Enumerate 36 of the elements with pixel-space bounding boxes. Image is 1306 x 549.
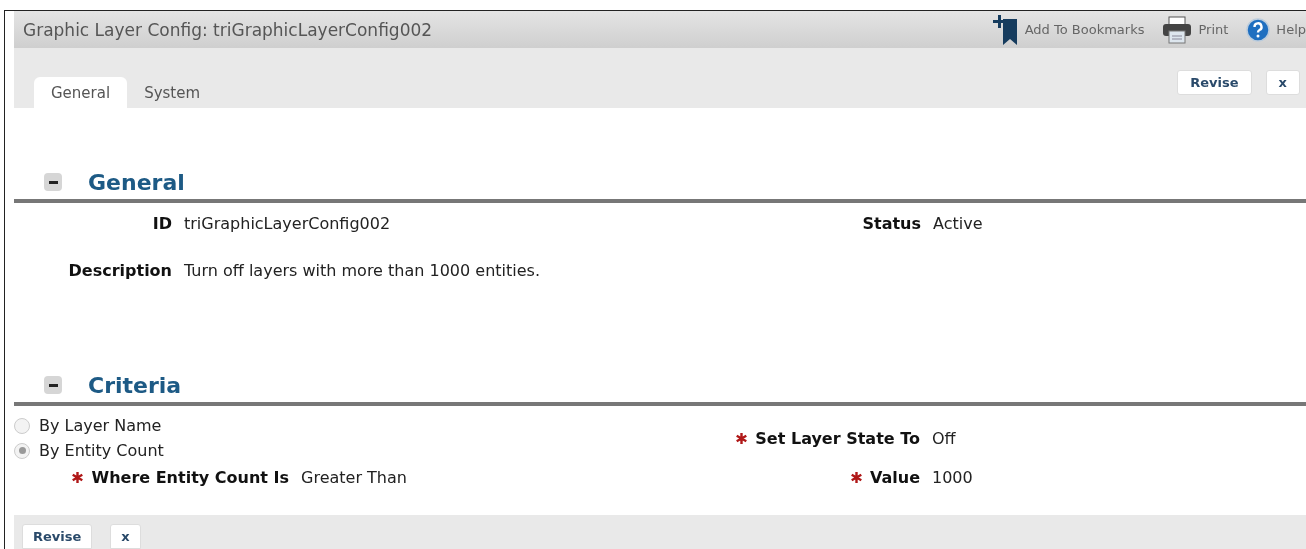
- field-value: triGraphicLayerConfig002: [184, 214, 392, 233]
- required-icon: [72, 472, 84, 483]
- collapse-toggle[interactable]: [44, 376, 62, 394]
- section-title: Criteria: [88, 372, 182, 398]
- bookmark-link[interactable]: Add To Bookmarks: [992, 14, 1145, 45]
- field-value: Active: [933, 214, 984, 233]
- required-icon: [736, 432, 748, 444]
- help-icon: [1246, 17, 1271, 42]
- field-label: Status: [861, 214, 921, 233]
- collapse-toggle[interactable]: [44, 173, 62, 191]
- field-label: Description: [67, 261, 172, 280]
- field-label: ID: [151, 214, 172, 233]
- help-link[interactable]: Help: [1246, 17, 1306, 42]
- field-label: Set Layer State To: [720, 416, 920, 460]
- tab[interactable]: General: [34, 77, 128, 108]
- field-value: Off: [932, 427, 957, 450]
- field-label: Where Entity Count Is: [14, 468, 289, 487]
- radio-button[interactable]: [14, 442, 30, 459]
- revise-button[interactable]: Revise: [1177, 70, 1252, 95]
- printer-icon: [1162, 15, 1193, 44]
- close-button[interactable]: x: [1265, 70, 1300, 95]
- field-value: Turn off layers with more than 1000 entities.: [184, 261, 541, 280]
- radio-label: By Layer Name: [39, 416, 162, 435]
- field-value: 1000: [932, 468, 974, 487]
- bookmark-icon: [992, 14, 1019, 45]
- close-button[interactable]: x: [110, 524, 141, 549]
- radio-button[interactable]: [14, 417, 30, 434]
- window-title: Graphic Layer Config: triGraphicLayerConfig002: [23, 19, 434, 40]
- print-link[interactable]: Print: [1162, 15, 1229, 44]
- revise-button[interactable]: Revise: [22, 524, 93, 549]
- field-value: Greater Than: [301, 468, 408, 487]
- tab[interactable]: System: [127, 77, 218, 108]
- field-label: Value: [720, 468, 920, 487]
- section-title: General: [88, 169, 185, 195]
- required-icon: [850, 472, 862, 483]
- radio-label: By Entity Count: [39, 441, 164, 460]
